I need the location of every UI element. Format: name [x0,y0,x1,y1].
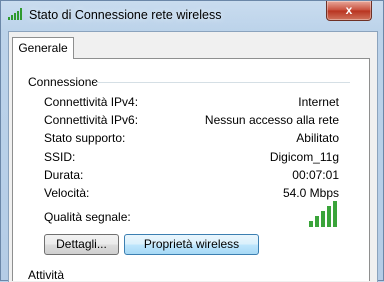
media-state-label: Stato supporto: [44,131,126,145]
media-state-value: Abilitato [296,131,339,145]
signal-bar [327,206,331,227]
connection-heading: Connessione [28,75,99,89]
ipv6-label: Connettività IPv6: [44,113,139,127]
speed-value: 54.0 Mbps [282,186,339,200]
ssid-label: SSID: [44,150,76,164]
ipv6-value: Nessun accesso alla rete [204,113,339,127]
activity-heading: Attività [28,268,65,282]
title-bar[interactable]: Stato di Connessione rete wireless x [1,1,384,31]
signal-strength-icon [309,201,337,227]
signal-quality-label: Qualità segnale: [44,210,131,224]
ipv4-label: Connettività IPv4: [44,95,139,109]
ipv4-value: Internet [298,95,339,109]
signal-bar [321,211,325,227]
signal-bar [315,216,319,227]
close-icon: x [345,3,353,17]
details-button[interactable]: Dettagli... [44,234,119,255]
wireless-properties-button[interactable]: Proprietà wireless [124,234,259,255]
connection-divider [96,82,350,83]
duration-label: Durata: [44,168,84,182]
signal-bar [309,221,313,227]
tab-generale[interactable]: Generale [12,37,74,59]
signal-bar [333,201,337,227]
ssid-value: Digicom_11g [269,150,339,164]
duration-value: 00:07:01 [292,168,339,182]
window-title: Stato di Connessione rete wireless [29,8,222,22]
close-button[interactable]: x [326,1,372,21]
wireless-signal-icon [8,8,22,20]
speed-label: Velocità: [44,186,90,200]
